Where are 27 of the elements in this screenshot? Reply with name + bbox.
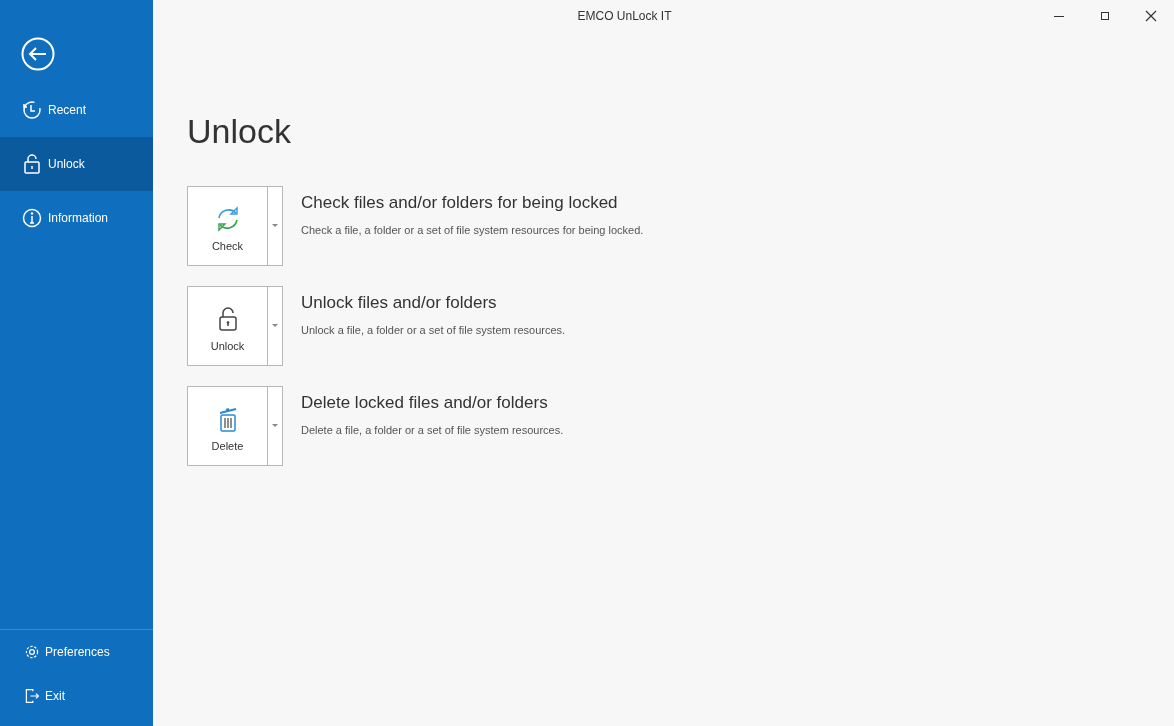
clock-icon — [22, 100, 42, 120]
window-title: EMCO UnLock IT — [576, 8, 673, 25]
split-button[interactable]: Check — [187, 186, 283, 266]
caret-icon — [272, 424, 278, 428]
split-button[interactable]: Delete — [187, 386, 283, 466]
maximize-icon — [1100, 11, 1110, 21]
action-description: Check a file, a folder or a set of file system resources for being locked. — [301, 222, 644, 238]
caret-icon — [272, 224, 278, 228]
split-button[interactable]: Unlock — [187, 286, 283, 366]
page-title: Unlock — [187, 114, 292, 148]
info-icon — [22, 208, 42, 228]
sidebar-item[interactable]: Unlock — [0, 137, 153, 191]
action-title: Unlock files and/or folders — [301, 292, 498, 314]
action-title: Delete locked files and/or folders — [301, 392, 549, 414]
action-description: Delete a file, a folder or a set of file system resources. — [301, 422, 564, 438]
back-button[interactable] — [21, 37, 55, 71]
sidebar-item[interactable]: Preferences — [0, 630, 153, 674]
sidebar-item[interactable]: Recent — [0, 83, 153, 137]
exit-door-icon — [24, 688, 40, 704]
gear-icon — [24, 644, 40, 660]
sidebar-item[interactable]: Information — [0, 191, 153, 245]
action-title: Check files and/or folders for being locked — [301, 192, 619, 214]
action-description: Unlock a file, a folder or a set of file system resources. — [301, 322, 566, 338]
caret-icon — [272, 324, 278, 328]
padlock-icon — [22, 154, 42, 174]
sidebar-item[interactable]: Exit — [0, 674, 153, 718]
close-icon — [1145, 10, 1157, 22]
